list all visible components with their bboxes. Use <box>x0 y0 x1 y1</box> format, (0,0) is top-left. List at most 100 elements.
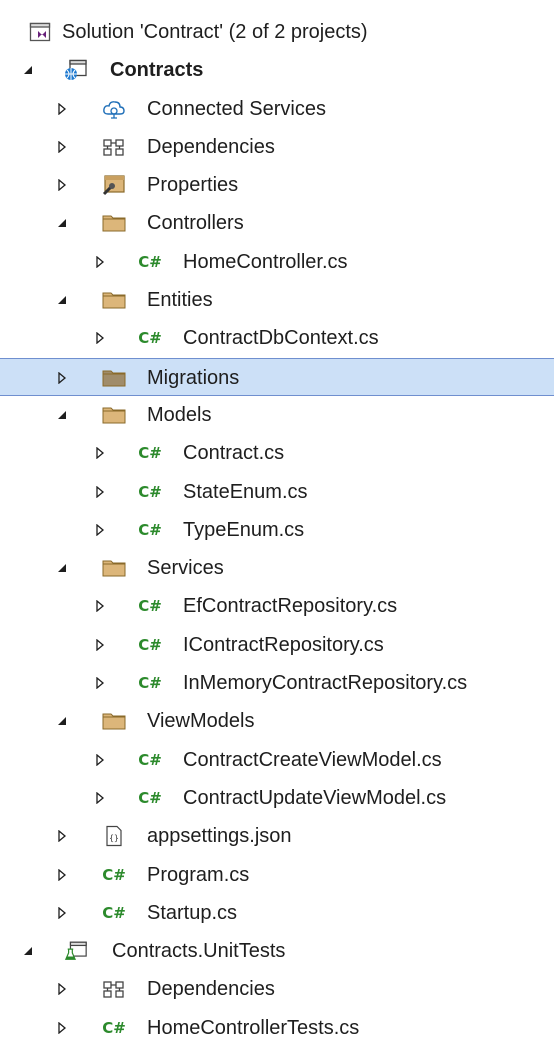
collapse-arrow-icon[interactable] <box>56 715 68 727</box>
tree-item-label: Startup.cs <box>147 901 238 924</box>
properties-icon <box>102 174 126 196</box>
tree-item-label: StateEnum.cs <box>183 480 308 503</box>
expand-arrow-icon[interactable] <box>56 906 68 919</box>
test-project-icon <box>64 940 88 962</box>
tree-item-startup-cs[interactable]: C# Startup.cs <box>0 894 554 932</box>
tree-item-efcontractrepository-cs[interactable]: C# EfContractRepository.cs <box>0 587 554 625</box>
expand-arrow-icon[interactable] <box>94 600 106 613</box>
tree-item-label: Models <box>147 403 212 426</box>
tree-item-migrations[interactable]: Migrations <box>0 357 554 396</box>
tree-item-label: Contracts.UnitTests <box>112 940 286 963</box>
expand-arrow-icon[interactable] <box>56 102 68 115</box>
csharp-file-icon: C# <box>138 788 162 807</box>
expand-arrow-icon[interactable] <box>56 1021 68 1034</box>
csharp-file-icon: C# <box>138 444 162 463</box>
tree-item-label: HomeController.cs <box>183 250 348 273</box>
collapse-arrow-icon[interactable] <box>56 294 68 306</box>
tree-item-label: IContractRepository.cs <box>183 633 384 656</box>
expand-arrow-icon[interactable] <box>94 753 106 766</box>
collapse-arrow-icon[interactable] <box>22 64 34 76</box>
tree-item-label: Program.cs <box>147 863 250 886</box>
tree-item-contractdbcontext-cs[interactable]: C# ContractDbContext.cs <box>0 319 554 357</box>
tree-item-viewmodels[interactable]: ViewModels <box>0 702 554 740</box>
csharp-file-icon: C# <box>138 597 162 616</box>
folder-icon <box>102 367 126 389</box>
tree-item-icontractrepository-cs[interactable]: C# IContractRepository.cs <box>0 626 554 664</box>
tree-item-dependencies[interactable]: Dependencies <box>0 128 554 166</box>
tree-item-label: Connected Services <box>147 97 326 120</box>
expand-arrow-icon[interactable] <box>56 983 68 996</box>
csharp-file-icon: C# <box>138 674 162 693</box>
expand-arrow-icon[interactable] <box>94 638 106 651</box>
expand-arrow-icon[interactable] <box>56 371 68 384</box>
tree-item-homecontrollertests-cs[interactable]: C# HomeControllerTests.cs <box>0 1009 554 1047</box>
tree-item-entities[interactable]: Entities <box>0 281 554 319</box>
expand-arrow-icon[interactable] <box>56 830 68 843</box>
tree-item-contractcreateviewmodel-cs[interactable]: C# ContractCreateViewModel.cs <box>0 741 554 779</box>
json-file-icon: {} <box>102 825 126 847</box>
tree-item-contract-cs[interactable]: C# Contract.cs <box>0 434 554 472</box>
tree-item-label: HomeControllerTests.cs <box>147 1016 360 1039</box>
collapse-arrow-icon[interactable] <box>56 217 68 229</box>
expand-arrow-icon[interactable] <box>94 255 106 268</box>
tree-item-appsettings-json[interactable]: {} appsettings.json <box>0 817 554 855</box>
tree-item-program-cs[interactable]: C# Program.cs <box>0 856 554 894</box>
tree-item-contractupdateviewmodel-cs[interactable]: C# ContractUpdateViewModel.cs <box>0 779 554 817</box>
svg-text:{}: {} <box>109 834 119 843</box>
tree-item-label: Contract.cs <box>183 442 285 465</box>
tree-item-label: Services <box>147 557 224 580</box>
tree-item-homecontroller-cs[interactable]: C# HomeController.cs <box>0 243 554 281</box>
tree-item-models[interactable]: Models <box>0 396 554 434</box>
folder-icon <box>102 710 126 732</box>
csharp-file-icon: C# <box>138 635 162 654</box>
tree-item-controllers[interactable]: Controllers <box>0 204 554 242</box>
tree-item-label: ContractUpdateViewModel.cs <box>183 786 447 809</box>
tree-item-label: ContractCreateViewModel.cs <box>183 748 442 771</box>
tree-item-contracts[interactable]: Contracts <box>0 51 554 89</box>
expand-arrow-icon[interactable] <box>94 791 106 804</box>
tree-item-stateenum-cs[interactable]: C# StateEnum.cs <box>0 473 554 511</box>
expand-arrow-icon[interactable] <box>94 447 106 460</box>
tree-item-contracts-unittests[interactable]: Contracts.UnitTests <box>0 932 554 970</box>
tree-item-properties[interactable]: Properties <box>0 166 554 204</box>
collapse-arrow-icon[interactable] <box>56 562 68 574</box>
expand-arrow-icon[interactable] <box>94 332 106 345</box>
expand-arrow-icon[interactable] <box>94 523 106 536</box>
tree-item-label: Properties <box>147 174 239 197</box>
tree-item-label: appsettings.json <box>147 825 292 848</box>
connected-services-icon <box>102 98 126 120</box>
folder-icon <box>102 212 126 234</box>
collapse-arrow-icon[interactable] <box>22 945 34 957</box>
tree-item-dependencies[interactable]: Dependencies <box>0 970 554 1008</box>
tree-item-typeenum-cs[interactable]: C# TypeEnum.cs <box>0 511 554 549</box>
csharp-file-icon: C# <box>102 903 126 922</box>
csharp-file-icon: C# <box>102 1018 126 1037</box>
expand-arrow-icon[interactable] <box>56 868 68 881</box>
folder-icon <box>102 557 126 579</box>
csharp-file-icon: C# <box>138 520 162 539</box>
csharp-file-icon: C# <box>138 750 162 769</box>
solution-icon <box>28 21 52 43</box>
csharp-file-icon: C# <box>138 482 162 501</box>
tree-item-label: Dependencies <box>147 978 275 1001</box>
tree-item-services[interactable]: Services <box>0 549 554 587</box>
tree-item-label: Contracts <box>110 59 204 82</box>
csharp-file-icon: C# <box>138 252 162 271</box>
expand-arrow-icon[interactable] <box>56 140 68 153</box>
tree-item-label: TypeEnum.cs <box>183 518 305 541</box>
csharp-file-icon: C# <box>138 329 162 348</box>
tree-item-connected-services[interactable]: Connected Services <box>0 90 554 128</box>
folder-icon <box>102 289 126 311</box>
expand-arrow-icon[interactable] <box>56 179 68 192</box>
folder-icon <box>102 404 126 426</box>
dependencies-icon <box>102 136 126 158</box>
tree-item-label: Migrations <box>147 366 240 389</box>
tree-item-inmemorycontractrepository-cs[interactable]: C# InMemoryContractRepository.cs <box>0 664 554 702</box>
tree-item-solution-contract-2-of-2-projects[interactable]: Solution 'Contract' (2 of 2 projects) <box>0 13 554 51</box>
tree-item-label: ContractDbContext.cs <box>183 327 379 350</box>
collapse-arrow-icon[interactable] <box>56 409 68 421</box>
expand-arrow-icon[interactable] <box>94 677 106 690</box>
web-project-icon <box>64 59 88 81</box>
solution-explorer-tree: Solution 'Contract' (2 of 2 projects) Con… <box>0 0 554 1044</box>
expand-arrow-icon[interactable] <box>94 485 106 498</box>
